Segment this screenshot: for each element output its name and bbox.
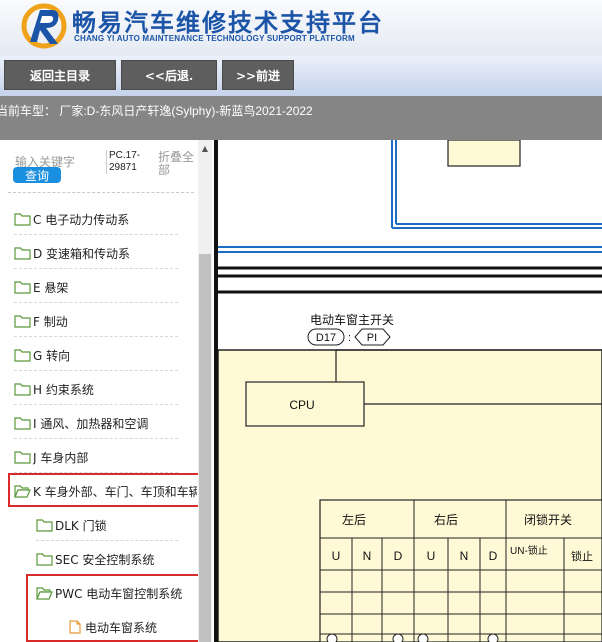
tree-item-dlk[interactable]: DLK 门锁 xyxy=(36,513,107,537)
tree-item-label: H 约束系统 xyxy=(33,382,94,397)
row-divider xyxy=(14,336,178,337)
home-button[interactable]: 返回主目录 xyxy=(4,60,116,90)
tree-item-label: I 通风、加热器和空调 xyxy=(33,416,149,431)
tree-item-label: C 电子动力传动系 xyxy=(33,212,130,227)
nav-bar: 返回主目录 <<后退. >>前进 xyxy=(0,56,602,96)
tree-item-i[interactable]: I 通风、加热器和空调 xyxy=(14,411,148,435)
wiring-diagram: 电动车窗主开关 D17 : PI CPU 左后 右后 闭锁开关 U N D U … xyxy=(218,140,602,642)
harness-label: PI xyxy=(367,332,377,344)
tree-item-d[interactable]: D 变速箱和传动系 xyxy=(14,241,130,265)
row-divider xyxy=(14,438,178,439)
tree-item-e[interactable]: E 悬架 xyxy=(14,275,68,299)
highlight-box xyxy=(26,574,211,642)
folder-icon xyxy=(14,247,31,260)
table-col-d: D xyxy=(394,549,403,563)
folder-icon xyxy=(14,451,31,464)
collapse-all-button[interactable]: 折叠全部 xyxy=(158,151,196,177)
table-col-unlock: UN-锁止 xyxy=(510,544,548,557)
scroll-thumb[interactable] xyxy=(199,254,211,642)
app-header: 畅易汽车维修技术支持平台 CHANG YI AUTO MAINTENANCE T… xyxy=(0,0,602,56)
folder-icon xyxy=(14,315,31,328)
wiring-diagram-pane: 电动车窗主开关 D17 : PI CPU 左后 右后 闭锁开关 U N D U … xyxy=(218,140,602,642)
sidebar: 输入关键字 查询 PC.17-29871 折叠全部 C 电子动力传动系 D 变速… xyxy=(0,140,214,642)
tree-item-label: D 变速箱和传动系 xyxy=(33,246,131,261)
table-col-d: D xyxy=(489,549,498,563)
folder-icon xyxy=(14,383,31,396)
table-col-lock: 锁止 xyxy=(571,549,593,563)
divider xyxy=(8,192,194,193)
table-header-lock-switch: 闭锁开关 xyxy=(524,512,572,527)
highlight-box xyxy=(8,473,206,507)
folder-icon xyxy=(14,417,31,430)
table-col-u: U xyxy=(332,549,341,563)
table-header-rear-right: 右后 xyxy=(434,512,458,527)
app-subtitle: CHANG YI AUTO MAINTENANCE TECHNOLOGY SUP… xyxy=(74,34,355,43)
tree-item-label: J 车身内部 xyxy=(33,450,89,465)
table-header-rear-left: 左后 xyxy=(342,512,366,527)
tree-item-f[interactable]: F 制动 xyxy=(14,309,68,333)
document-code: PC.17-29871 xyxy=(106,150,144,174)
folder-icon xyxy=(36,519,53,532)
folder-icon xyxy=(14,281,31,294)
tree-item-sec[interactable]: SEC 安全控制系统 xyxy=(36,547,154,571)
table-col-n: N xyxy=(363,549,372,563)
connector-separator: : xyxy=(348,332,351,344)
cpu-label: CPU xyxy=(289,398,314,412)
diagram-title: 电动车窗主开关 xyxy=(310,312,394,327)
folder-icon xyxy=(36,553,53,566)
tree-item-g[interactable]: G 转向 xyxy=(14,343,70,367)
folder-icon xyxy=(14,213,31,226)
row-divider xyxy=(14,370,178,371)
search-button[interactable]: 查询 xyxy=(13,167,61,183)
tree-item-label: E 悬架 xyxy=(33,280,69,295)
scroll-up-arrow-icon[interactable]: ▲ xyxy=(198,142,212,154)
row-divider xyxy=(36,540,178,541)
connector-label: D17 xyxy=(316,332,336,344)
row-divider xyxy=(14,234,178,235)
tree-item-c[interactable]: C 电子动力传动系 xyxy=(14,207,129,231)
folder-icon xyxy=(14,349,31,362)
back-button[interactable]: <<后退. xyxy=(121,60,217,90)
tree-item-h[interactable]: H 约束系统 xyxy=(14,377,94,401)
row-divider xyxy=(14,404,178,405)
app-title: 畅易汽车维修技术支持平台 xyxy=(72,9,384,37)
tree-item-label: F 制动 xyxy=(33,314,68,329)
row-divider xyxy=(14,302,178,303)
tree-item-j[interactable]: J 车身内部 xyxy=(14,445,88,469)
tree-item-label: SEC 安全控制系统 xyxy=(55,552,155,567)
table-col-n: N xyxy=(460,549,469,563)
current-vehicle-label: 当前车型： 厂家:D-东风日产轩逸(Sylphy)-新蓝鸟2021-2022 xyxy=(0,104,313,118)
tree-item-label: DLK 门锁 xyxy=(55,518,107,533)
sidebar-scrollbar[interactable]: ▲ xyxy=(198,140,212,642)
forward-button[interactable]: >>前进 xyxy=(222,60,294,90)
logo-icon xyxy=(21,3,67,49)
tree-item-label: G 转向 xyxy=(33,348,71,363)
vehicle-bar: 当前车型： 厂家:D-东风日产轩逸(Sylphy)-新蓝鸟2021-2022 xyxy=(0,96,602,140)
row-divider xyxy=(14,268,178,269)
table-col-u: U xyxy=(427,549,436,563)
